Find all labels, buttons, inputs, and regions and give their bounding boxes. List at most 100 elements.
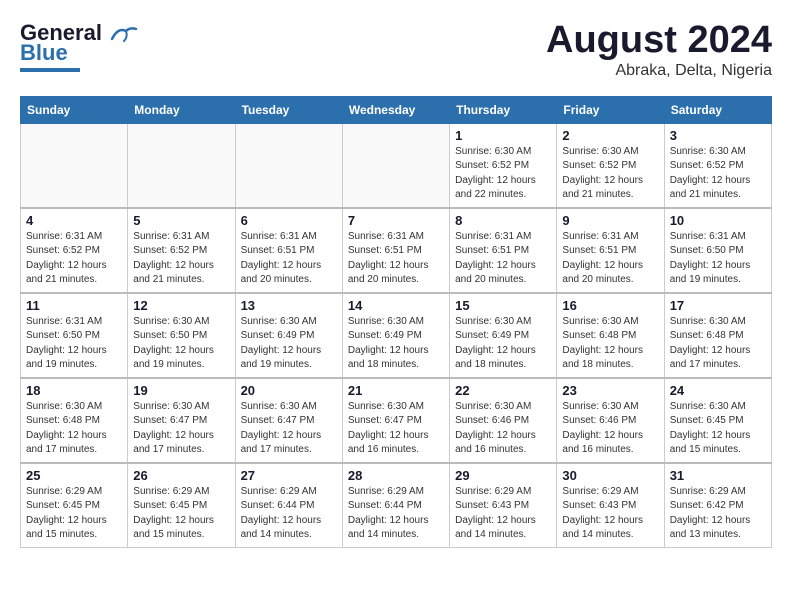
day-number: 17: [670, 298, 766, 313]
week-row-2: 4Sunrise: 6:31 AM Sunset: 6:52 PM Daylig…: [21, 208, 772, 293]
page-header: General Blue August 2024 Abraka, Delta, …: [20, 20, 772, 80]
calendar-cell: 4Sunrise: 6:31 AM Sunset: 6:52 PM Daylig…: [21, 208, 128, 293]
calendar-cell: 29 Sunrise: 6:29 AM Sunset: 6:43 PM Dayli…: [450, 463, 557, 548]
main-title: August 2024: [546, 20, 772, 62]
week-row-4: 18 Sunrise: 6:30 AM Sunset: 6:48 PM Dayli…: [21, 378, 772, 463]
day-info: Sunrise: 6:29 AM Sunset: 6:42 PM Dayligh…: [670, 485, 766, 543]
subtitle: Abraka, Delta, Nigeria: [546, 62, 772, 80]
day-number: 7: [348, 213, 444, 228]
day-info: Sunrise: 6:30 AM Sunset: 6:47 PM Dayligh…: [348, 400, 444, 458]
day-number: 8: [455, 213, 551, 228]
day-number: 21: [348, 383, 444, 398]
day-info: Sunrise: 6:31 AM Sunset: 6:51 PM Dayligh…: [348, 230, 444, 288]
day-number: 30: [562, 468, 658, 483]
day-info: Sunrise: 6:29 AM Sunset: 6:44 PM Dayligh…: [241, 485, 337, 543]
col-header-monday: Monday: [128, 96, 235, 123]
day-number: 12: [133, 298, 229, 313]
calendar-cell: 14 Sunrise: 6:30 AM Sunset: 6:49 PM Dayli…: [342, 293, 449, 378]
week-row-1: 1 Sunrise: 6:30 AM Sunset: 6:52 PM Daylig…: [21, 123, 772, 208]
calendar-cell: 5Sunrise: 6:31 AM Sunset: 6:52 PM Daylig…: [128, 208, 235, 293]
calendar-cell: 17Sunrise: 6:30 AM Sunset: 6:48 PM Dayli…: [664, 293, 771, 378]
calendar-cell: 30 Sunrise: 6:29 AM Sunset: 6:43 PM Dayli…: [557, 463, 664, 548]
day-info: Sunrise: 6:29 AM Sunset: 6:45 PM Dayligh…: [26, 485, 122, 543]
day-info: Sunrise: 6:30 AM Sunset: 6:46 PM Dayligh…: [562, 400, 658, 458]
calendar-cell: [128, 123, 235, 208]
day-number: 16: [562, 298, 658, 313]
day-info: Sunrise: 6:30 AM Sunset: 6:47 PM Dayligh…: [241, 400, 337, 458]
day-number: 31: [670, 468, 766, 483]
calendar-cell: 1 Sunrise: 6:30 AM Sunset: 6:52 PM Daylig…: [450, 123, 557, 208]
calendar-cell: 13Sunrise: 6:30 AM Sunset: 6:49 PM Dayli…: [235, 293, 342, 378]
day-info: Sunrise: 6:30 AM Sunset: 6:45 PM Dayligh…: [670, 400, 766, 458]
calendar-table: SundayMondayTuesdayWednesdayThursdayFrid…: [20, 96, 772, 548]
day-info: Sunrise: 6:31 AM Sunset: 6:52 PM Dayligh…: [26, 230, 122, 288]
calendar-header-row: SundayMondayTuesdayWednesdayThursdayFrid…: [21, 96, 772, 123]
day-number: 26: [133, 468, 229, 483]
day-info: Sunrise: 6:31 AM Sunset: 6:52 PM Dayligh…: [133, 230, 229, 288]
col-header-friday: Friday: [557, 96, 664, 123]
day-info: Sunrise: 6:31 AM Sunset: 6:50 PM Dayligh…: [26, 315, 122, 373]
calendar-cell: 23 Sunrise: 6:30 AM Sunset: 6:46 PM Dayli…: [557, 378, 664, 463]
week-row-3: 11Sunrise: 6:31 AM Sunset: 6:50 PM Dayli…: [21, 293, 772, 378]
calendar-cell: 19Sunrise: 6:30 AM Sunset: 6:47 PM Dayli…: [128, 378, 235, 463]
day-number: 29: [455, 468, 551, 483]
calendar-cell: [21, 123, 128, 208]
calendar-cell: 26 Sunrise: 6:29 AM Sunset: 6:45 PM Dayli…: [128, 463, 235, 548]
day-number: 15: [455, 298, 551, 313]
col-header-tuesday: Tuesday: [235, 96, 342, 123]
calendar-cell: 18 Sunrise: 6:30 AM Sunset: 6:48 PM Dayli…: [21, 378, 128, 463]
day-info: Sunrise: 6:30 AM Sunset: 6:48 PM Dayligh…: [26, 400, 122, 458]
day-number: 14: [348, 298, 444, 313]
logo-blue-text: Blue: [20, 40, 68, 66]
day-number: 18: [26, 383, 122, 398]
week-row-5: 25 Sunrise: 6:29 AM Sunset: 6:45 PM Dayli…: [21, 463, 772, 548]
day-info: Sunrise: 6:30 AM Sunset: 6:50 PM Dayligh…: [133, 315, 229, 373]
day-info: Sunrise: 6:29 AM Sunset: 6:43 PM Dayligh…: [562, 485, 658, 543]
calendar-cell: 21 Sunrise: 6:30 AM Sunset: 6:47 PM Dayli…: [342, 378, 449, 463]
logo-underline: [20, 68, 80, 72]
day-number: 9: [562, 213, 658, 228]
day-number: 1: [455, 128, 551, 143]
day-info: Sunrise: 6:31 AM Sunset: 6:50 PM Dayligh…: [670, 230, 766, 288]
day-number: 6: [241, 213, 337, 228]
day-number: 19: [133, 383, 229, 398]
day-info: Sunrise: 6:30 AM Sunset: 6:48 PM Dayligh…: [562, 315, 658, 373]
logo: General Blue: [20, 20, 138, 72]
calendar-cell: 27Sunrise: 6:29 AM Sunset: 6:44 PM Dayli…: [235, 463, 342, 548]
calendar-cell: 20 Sunrise: 6:30 AM Sunset: 6:47 PM Dayli…: [235, 378, 342, 463]
day-info: Sunrise: 6:29 AM Sunset: 6:45 PM Dayligh…: [133, 485, 229, 543]
day-info: Sunrise: 6:31 AM Sunset: 6:51 PM Dayligh…: [455, 230, 551, 288]
col-header-wednesday: Wednesday: [342, 96, 449, 123]
day-info: Sunrise: 6:31 AM Sunset: 6:51 PM Dayligh…: [241, 230, 337, 288]
calendar-cell: 22Sunrise: 6:30 AM Sunset: 6:46 PM Dayli…: [450, 378, 557, 463]
day-number: 23: [562, 383, 658, 398]
calendar-cell: 2Sunrise: 6:30 AM Sunset: 6:52 PM Daylig…: [557, 123, 664, 208]
day-number: 25: [26, 468, 122, 483]
day-info: Sunrise: 6:30 AM Sunset: 6:46 PM Dayligh…: [455, 400, 551, 458]
day-info: Sunrise: 6:30 AM Sunset: 6:52 PM Dayligh…: [562, 145, 658, 203]
calendar-cell: 10 Sunrise: 6:31 AM Sunset: 6:50 PM Dayli…: [664, 208, 771, 293]
calendar-cell: 16 Sunrise: 6:30 AM Sunset: 6:48 PM Dayli…: [557, 293, 664, 378]
day-info: Sunrise: 6:29 AM Sunset: 6:43 PM Dayligh…: [455, 485, 551, 543]
title-section: August 2024 Abraka, Delta, Nigeria: [546, 20, 772, 80]
calendar-cell: 25 Sunrise: 6:29 AM Sunset: 6:45 PM Dayli…: [21, 463, 128, 548]
col-header-sunday: Sunday: [21, 96, 128, 123]
day-info: Sunrise: 6:30 AM Sunset: 6:49 PM Dayligh…: [348, 315, 444, 373]
day-info: Sunrise: 6:30 AM Sunset: 6:52 PM Dayligh…: [670, 145, 766, 203]
day-number: 10: [670, 213, 766, 228]
day-number: 28: [348, 468, 444, 483]
calendar-cell: 11Sunrise: 6:31 AM Sunset: 6:50 PM Dayli…: [21, 293, 128, 378]
calendar-cell: 31 Sunrise: 6:29 AM Sunset: 6:42 PM Dayli…: [664, 463, 771, 548]
day-info: Sunrise: 6:30 AM Sunset: 6:49 PM Dayligh…: [455, 315, 551, 373]
day-number: 20: [241, 383, 337, 398]
calendar-cell: 8 Sunrise: 6:31 AM Sunset: 6:51 PM Daylig…: [450, 208, 557, 293]
calendar-cell: [342, 123, 449, 208]
day-info: Sunrise: 6:30 AM Sunset: 6:49 PM Dayligh…: [241, 315, 337, 373]
col-header-saturday: Saturday: [664, 96, 771, 123]
day-info: Sunrise: 6:31 AM Sunset: 6:51 PM Dayligh…: [562, 230, 658, 288]
calendar-cell: 12 Sunrise: 6:30 AM Sunset: 6:50 PM Dayli…: [128, 293, 235, 378]
bird-icon: [110, 25, 138, 43]
calendar-cell: [235, 123, 342, 208]
day-info: Sunrise: 6:30 AM Sunset: 6:52 PM Dayligh…: [455, 145, 551, 203]
day-info: Sunrise: 6:29 AM Sunset: 6:44 PM Dayligh…: [348, 485, 444, 543]
